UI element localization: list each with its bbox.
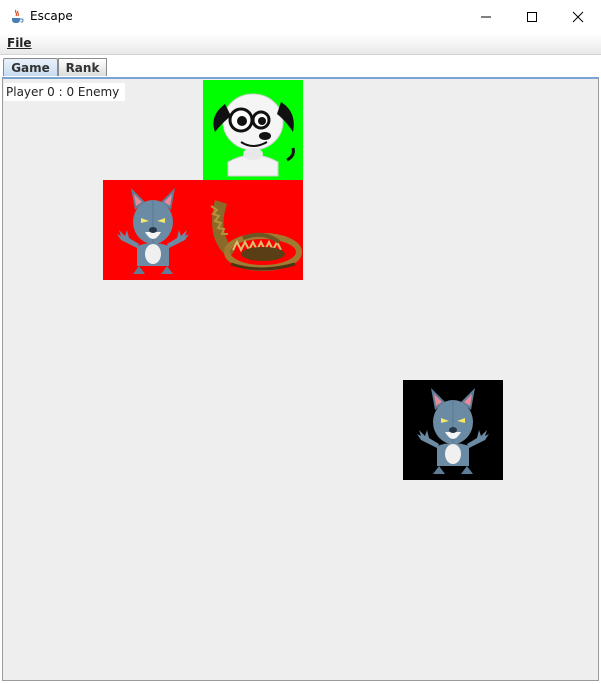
dog-icon: [213, 93, 295, 177]
java-coffee-icon: [9, 8, 25, 24]
app-window: Escape File Game Rank Player 0 : 0 Enemy: [0, 0, 601, 684]
maximize-button[interactable]: [509, 0, 555, 33]
minimize-icon: [481, 16, 491, 17]
enemy-tile: [403, 380, 503, 480]
player-tile: [203, 80, 303, 180]
menu-file[interactable]: File: [7, 36, 32, 50]
tab-game[interactable]: Game: [3, 58, 58, 76]
tab-strip: Game Rank: [0, 55, 601, 77]
title-bar: Escape: [0, 0, 601, 33]
wolf-icon: [117, 188, 189, 274]
tab-rank[interactable]: Rank: [58, 58, 107, 76]
window-title: Escape: [30, 9, 73, 23]
minimize-button[interactable]: [463, 0, 509, 33]
wolf-icon: [417, 388, 489, 474]
maximize-icon: [527, 11, 537, 22]
close-icon: [572, 11, 584, 22]
game-board[interactable]: Player 0 : 0 Enemy: [2, 77, 599, 681]
enemy-zone: [103, 180, 303, 280]
menu-bar: File: [0, 33, 601, 55]
bear-trap-icon: [210, 200, 302, 271]
score-label: Player 0 : 0 Enemy: [4, 83, 125, 101]
close-button[interactable]: [555, 0, 601, 33]
